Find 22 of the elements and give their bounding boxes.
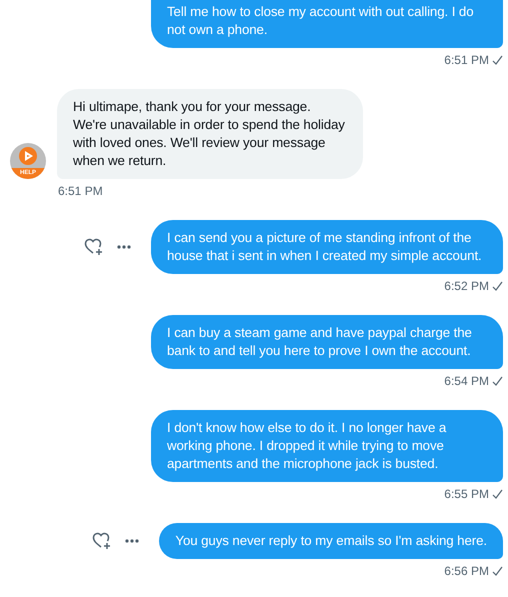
message-bubble: Tell me how to close my account with out calling. I do not own a phone. <box>151 0 503 48</box>
more-icon[interactable] <box>125 539 140 543</box>
check-icon <box>492 281 503 291</box>
play-logo-icon <box>18 146 38 166</box>
message-time: 6:51 PM <box>58 184 103 198</box>
heart-plus-icon[interactable] <box>84 238 103 256</box>
heart-plus-icon[interactable] <box>92 532 112 550</box>
message-bubble: I don't know how else to do it. I no longer have a working phone. I dropped it while trying to move apartments and the microphone jack is busted. <box>151 410 503 482</box>
message-bubble: I can buy a steam game and have paypal charge the bank to and tell you here to prove I own the account. <box>151 315 503 369</box>
message-bubble: I can send you a picture of me standing infront of the house that i sent in when I created my simple account. <box>151 220 503 274</box>
message-bubble: Hi ultimape, thank you for your message. We're unavailable in order to spend the holiday with loved ones. We'll review your message when we return. <box>57 89 363 179</box>
message-time: 6:56 PM <box>444 564 489 578</box>
message-time: 6:54 PM <box>444 374 489 388</box>
message-time: 6:51 PM <box>444 53 489 67</box>
more-icon[interactable] <box>117 245 131 249</box>
check-icon <box>492 376 503 386</box>
check-icon <box>492 55 503 65</box>
message-time: 6:52 PM <box>444 279 489 293</box>
check-icon <box>492 566 503 576</box>
check-icon <box>492 489 503 499</box>
message-time: 6:55 PM <box>444 487 489 501</box>
message-bubble: You guys never reply to my emails so I'm asking here. <box>159 523 503 559</box>
